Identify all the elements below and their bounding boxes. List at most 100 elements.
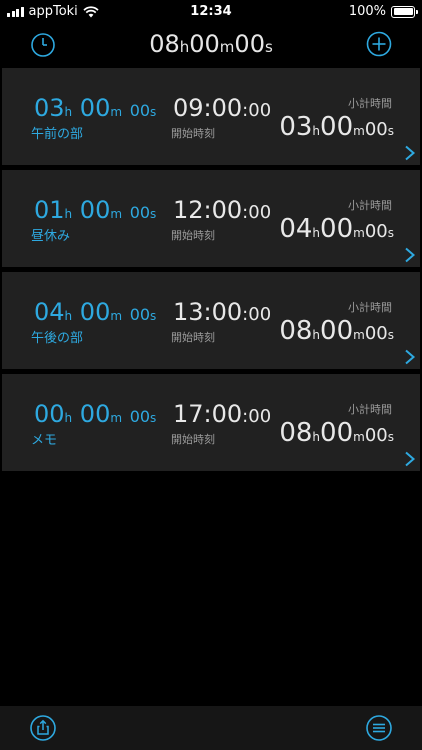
subtotal-caption: 小計時間	[348, 301, 392, 314]
unit-m: m	[110, 309, 123, 323]
start-hm: 09:00	[173, 94, 243, 122]
subtotal-time: 04h00m00s	[279, 214, 394, 244]
total-time: 08h00m00s	[0, 30, 422, 58]
start-caption: 開始時刻	[171, 229, 215, 242]
start-hm: 12:00	[173, 196, 243, 224]
share-icon[interactable]	[29, 714, 57, 742]
start-caption: 開始時刻	[171, 127, 215, 140]
total-minutes-unit: m	[219, 38, 235, 56]
start-seconds: :00	[242, 202, 272, 223]
unit-h: h	[312, 328, 321, 342]
duration-hours: 04	[34, 298, 65, 326]
start-seconds: :00	[242, 100, 272, 121]
unit-m: m	[110, 207, 123, 221]
subtotal-seconds: 00	[364, 119, 388, 140]
duration-minutes: 00	[79, 94, 111, 122]
battery-icon	[391, 5, 418, 18]
add-icon[interactable]	[365, 30, 393, 58]
subtotal-caption: 小計時間	[348, 403, 392, 416]
unit-s: s	[150, 309, 157, 323]
unit-m: m	[353, 328, 365, 342]
subtotal-minutes: 00	[320, 214, 354, 244]
start-time: 13:00:00	[173, 298, 271, 326]
duration-seconds: 00	[129, 203, 151, 222]
start-time: 17:00:00	[173, 400, 271, 428]
subtotal-seconds: 00	[364, 323, 388, 344]
subtotal-caption: 小計時間	[348, 97, 392, 110]
segment-label: メモ	[31, 433, 58, 448]
unit-s: s	[387, 226, 394, 240]
unit-h: h	[312, 124, 321, 138]
unit-s: s	[387, 430, 394, 444]
duration-seconds: 00	[129, 407, 151, 426]
segment-duration: 04h 00m 00s	[34, 298, 156, 326]
unit-h: h	[312, 226, 321, 240]
unit-s: s	[387, 124, 394, 138]
menu-icon[interactable]	[365, 714, 393, 742]
unit-h: h	[64, 105, 73, 119]
subtotal-minutes: 00	[320, 112, 354, 142]
chevron-right-icon[interactable]	[404, 349, 416, 365]
total-hours: 08	[149, 30, 180, 58]
battery-level	[393, 8, 413, 15]
subtotal-time: 03h00m00s	[279, 112, 394, 142]
total-seconds-unit: s	[264, 38, 273, 56]
subtotal-minutes: 00	[320, 418, 354, 448]
subtotal-seconds: 00	[364, 425, 388, 446]
subtotal-time: 08h00m00s	[279, 316, 394, 346]
duration-minutes: 00	[79, 196, 111, 224]
segment-duration: 01h 00m 00s	[34, 196, 156, 224]
subtotal-caption: 小計時間	[348, 199, 392, 212]
duration-seconds: 00	[129, 305, 151, 324]
chevron-right-icon[interactable]	[404, 247, 416, 263]
segment-duration: 03h 00m 00s	[34, 94, 156, 122]
total-seconds: 00	[234, 30, 265, 58]
segment-card[interactable]: 01h 00m 00s 昼休み 12:00:00 開始時刻 小計時間 04h00…	[2, 170, 420, 267]
duration-seconds: 00	[129, 101, 151, 120]
start-time: 12:00:00	[173, 196, 271, 224]
segment-card[interactable]: 03h 00m 00s 午前の部 09:00:00 開始時刻 小計時間 03h0…	[2, 68, 420, 165]
unit-s: s	[150, 207, 157, 221]
segment-card[interactable]: 04h 00m 00s 午後の部 13:00:00 開始時刻 小計時間 08h0…	[2, 272, 420, 369]
status-right: 100%	[348, 4, 418, 19]
segment-duration: 00h 00m 00s	[34, 400, 156, 428]
subtotal-hours: 04	[279, 214, 313, 244]
unit-h: h	[64, 411, 73, 425]
unit-s: s	[150, 105, 157, 119]
subtotal-hours: 03	[279, 112, 313, 142]
segment-label: 午前の部	[31, 127, 84, 142]
segment-card[interactable]: 00h 00m 00s メモ 17:00:00 開始時刻 小計時間 08h00m…	[2, 374, 420, 471]
unit-s: s	[150, 411, 157, 425]
subtotal-time: 08h00m00s	[279, 418, 394, 448]
unit-m: m	[110, 105, 123, 119]
chevron-right-icon[interactable]	[404, 145, 416, 161]
start-seconds: :00	[242, 304, 272, 325]
duration-hours: 01	[34, 196, 65, 224]
total-hours-unit: h	[179, 38, 190, 56]
nav-bar: 08h00m00s	[0, 24, 422, 66]
segment-label: 昼休み	[31, 229, 71, 244]
unit-h: h	[312, 430, 321, 444]
unit-m: m	[353, 226, 365, 240]
subtotal-minutes: 00	[320, 316, 354, 346]
chevron-right-icon[interactable]	[404, 451, 416, 467]
unit-h: h	[64, 309, 73, 323]
start-hm: 17:00	[173, 400, 243, 428]
unit-m: m	[353, 124, 365, 138]
duration-hours: 00	[34, 400, 65, 428]
unit-m: m	[353, 430, 365, 444]
start-caption: 開始時刻	[171, 433, 215, 446]
unit-h: h	[64, 207, 73, 221]
start-seconds: :00	[242, 406, 272, 427]
battery-percent: 100%	[348, 4, 386, 19]
start-caption: 開始時刻	[171, 331, 215, 344]
status-bar: appToki 12:34 100%	[0, 0, 422, 24]
duration-hours: 03	[34, 94, 65, 122]
subtotal-seconds: 00	[364, 221, 388, 242]
subtotal-hours: 08	[279, 316, 313, 346]
duration-minutes: 00	[79, 400, 111, 428]
unit-s: s	[387, 328, 394, 342]
bottom-toolbar	[0, 706, 422, 750]
unit-m: m	[110, 411, 123, 425]
subtotal-hours: 08	[279, 418, 313, 448]
